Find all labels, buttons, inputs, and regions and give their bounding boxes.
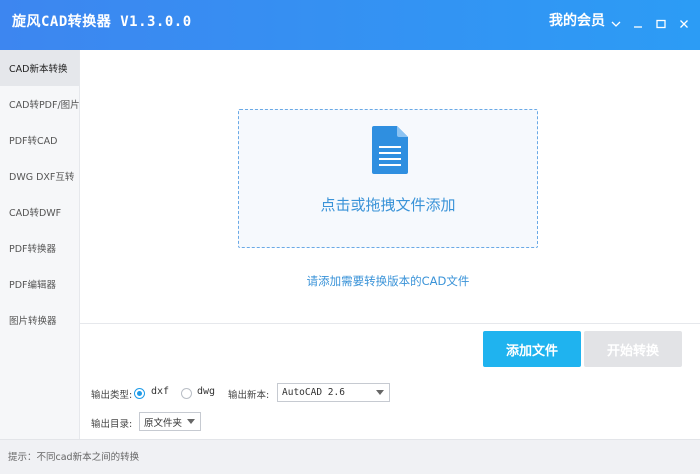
output-version-select[interactable]: AutoCAD 2.6: [277, 383, 390, 402]
document-icon: [372, 126, 408, 178]
my-membership-link[interactable]: 我的会员: [549, 10, 605, 30]
start-convert-button[interactable]: 开始转换: [584, 331, 682, 367]
sidebar-item-pdf-converter[interactable]: PDF转换器: [0, 230, 79, 266]
drop-zone-label: 点击或拖拽文件添加: [320, 196, 456, 214]
sidebar-item-pdf-editor[interactable]: PDF编辑器: [0, 266, 79, 302]
radio-dwg-label[interactable]: dwg: [197, 386, 215, 397]
caret-down-icon: [376, 390, 384, 395]
chevron-down-icon[interactable]: [608, 16, 624, 32]
output-type-label: 输出类型:: [91, 390, 133, 401]
title-bar: 旋风CAD转换器 V1.3.0.0 我的会员: [0, 0, 700, 50]
add-file-button[interactable]: 添加文件: [483, 331, 581, 367]
sidebar-item-cad-to-pdf-image[interactable]: CAD转PDF/图片: [0, 86, 80, 122]
close-icon[interactable]: [676, 16, 692, 32]
output-version-label: 输出新本:: [228, 390, 270, 401]
output-dir-label: 输出目录:: [91, 419, 133, 430]
output-dir-select[interactable]: 原文件夹: [139, 412, 201, 431]
divider: [80, 323, 700, 324]
sidebar-item-cad-to-dwf[interactable]: CAD转DWF: [0, 194, 79, 230]
sidebar-item-cad-version-convert[interactable]: CAD新本转换: [0, 50, 79, 86]
add-file-hint: 请添加需要转换版本的CAD文件: [306, 274, 470, 288]
file-drop-zone[interactable]: 点击或拖拽文件添加: [238, 109, 538, 248]
sidebar-item-image-converter[interactable]: 图片转换器: [0, 302, 79, 338]
caret-down-icon: [187, 419, 195, 424]
output-version-value: AutoCAD 2.6: [282, 387, 345, 398]
radio-dxf-label[interactable]: dxf: [151, 386, 169, 397]
maximize-icon[interactable]: [653, 16, 669, 32]
radio-dwg[interactable]: [181, 388, 192, 399]
sidebar: CAD新本转换 CAD转PDF/图片 PDF转CAD DWG DXF互转 CAD…: [0, 50, 80, 439]
output-dir-value: 原文件夹: [144, 417, 183, 429]
minimize-icon[interactable]: [630, 16, 646, 32]
radio-dxf[interactable]: [134, 388, 145, 399]
app-title: 旋风CAD转换器 V1.3.0.0: [12, 14, 192, 30]
status-hint: 提示：不同cad新本之间的转换: [8, 452, 140, 463]
sidebar-item-pdf-to-cad[interactable]: PDF转CAD: [0, 122, 79, 158]
status-bar: 提示：不同cad新本之间的转换: [0, 439, 700, 474]
sidebar-item-dwg-dxf-convert[interactable]: DWG DXF互转: [0, 158, 79, 194]
